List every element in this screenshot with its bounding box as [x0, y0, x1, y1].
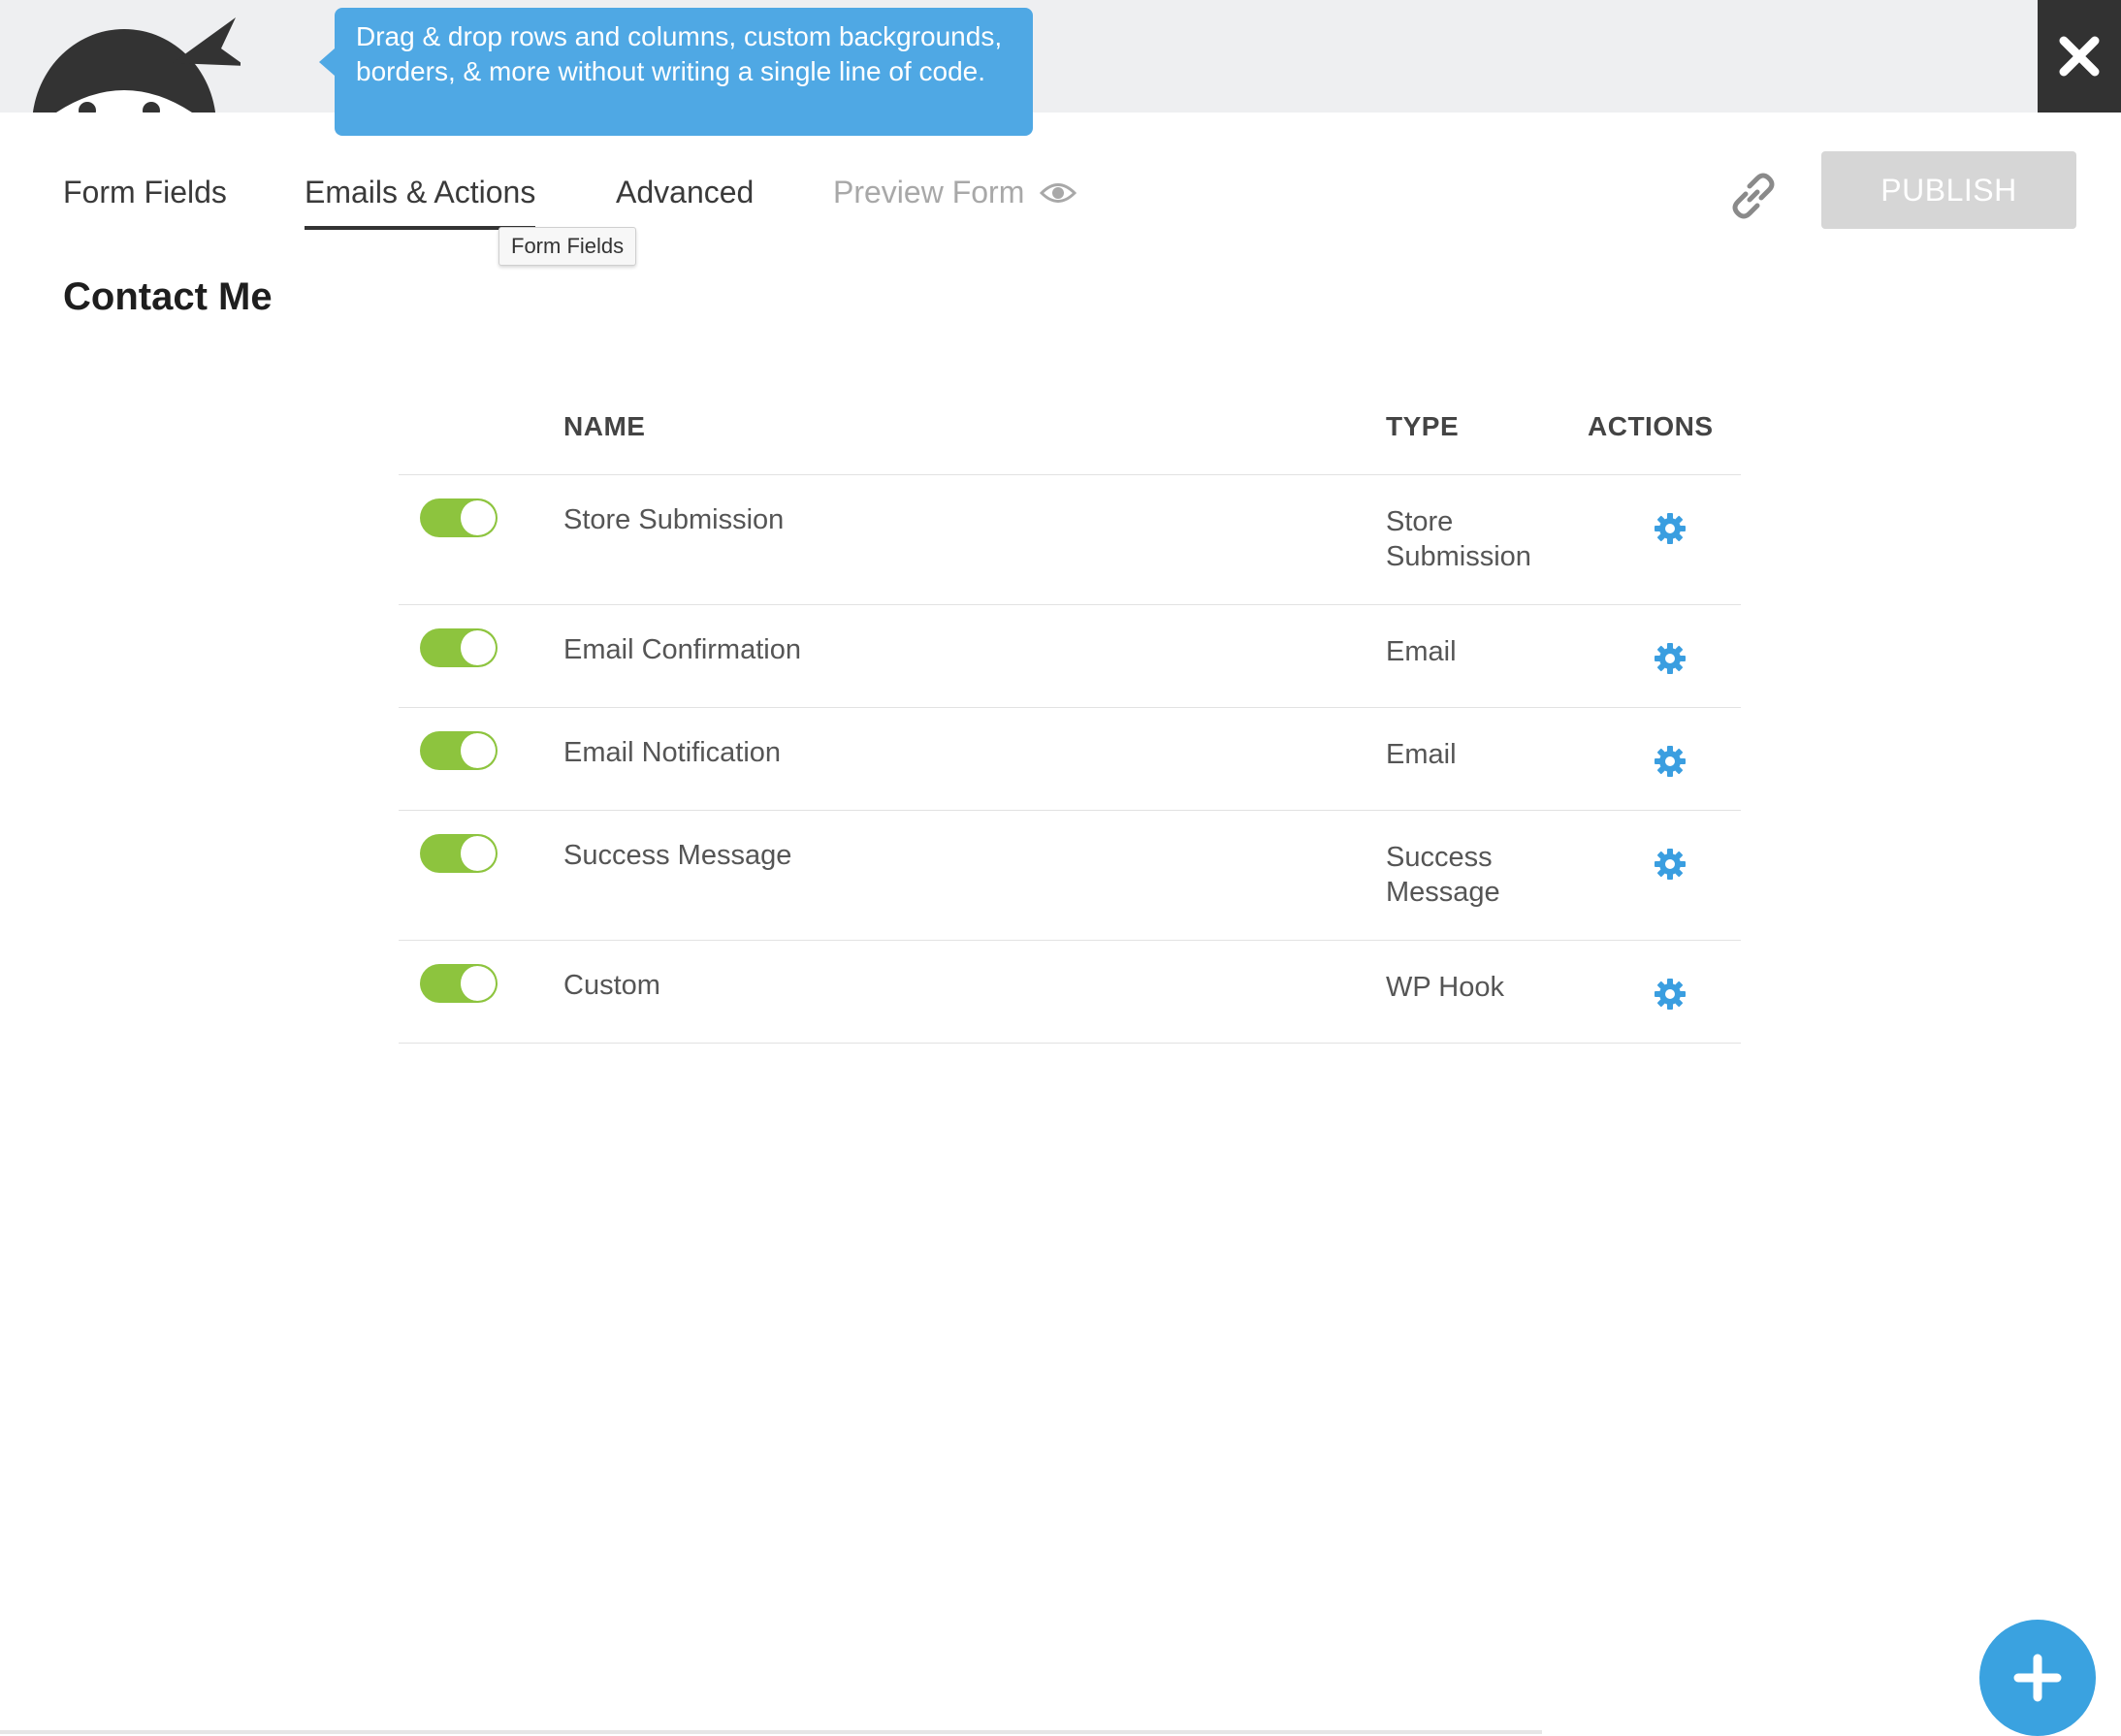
tab-advanced[interactable]: Advanced	[616, 175, 754, 226]
table-header: NAME TYPE ACTIONS	[399, 398, 1741, 475]
action-name: Success Message	[563, 840, 792, 871]
tab-preview-label: Preview Form	[833, 175, 1025, 209]
header-type: TYPE	[1386, 411, 1460, 441]
action-toggle[interactable]	[420, 628, 498, 667]
bottom-divider	[0, 1730, 1542, 1734]
tab-emails-actions[interactable]: Emails & Actions	[305, 175, 536, 230]
action-name: Store Submission	[563, 504, 785, 535]
action-toggle[interactable]	[420, 834, 498, 873]
ninja-logo	[27, 10, 241, 113]
close-button[interactable]	[2038, 0, 2121, 113]
action-type: WP Hook	[1386, 972, 1504, 1003]
action-toggle[interactable]	[420, 731, 498, 770]
action-type: Email	[1386, 636, 1457, 667]
action-type: Email	[1386, 739, 1457, 770]
gear-icon[interactable]	[1654, 642, 1687, 675]
table-row: Store Submission Store Submission	[399, 475, 1741, 605]
table-row: Email Notification Email	[399, 708, 1741, 811]
close-icon	[2059, 36, 2100, 77]
tab-tooltip: Form Fields	[498, 227, 637, 266]
gear-icon[interactable]	[1654, 512, 1687, 545]
link-icon[interactable]	[1726, 169, 1781, 223]
tab-form-fields[interactable]: Form Fields	[63, 175, 227, 226]
table-row: Custom WP Hook	[399, 941, 1741, 1044]
action-toggle[interactable]	[420, 964, 498, 1003]
promo-callout: Drag & drop rows and columns, custom bac…	[319, 8, 1033, 136]
action-name: Custom	[563, 970, 660, 1001]
gear-icon[interactable]	[1654, 978, 1687, 1011]
action-type: Store Submission	[1386, 506, 1531, 572]
action-name: Email Confirmation	[563, 634, 801, 665]
action-toggle[interactable]	[420, 498, 498, 537]
form-title: Contact Me	[63, 275, 273, 318]
add-action-button[interactable]	[1979, 1620, 2096, 1736]
header-actions: ACTIONS	[1588, 411, 1714, 441]
plus-icon	[2013, 1654, 2062, 1702]
action-type: Success Message	[1386, 842, 1500, 908]
gear-icon[interactable]	[1654, 745, 1687, 778]
eye-icon	[1040, 182, 1077, 203]
action-name: Email Notification	[563, 737, 782, 768]
header-name: NAME	[563, 411, 646, 441]
actions-table: NAME TYPE ACTIONS Store Submission Store…	[399, 398, 1741, 1044]
publish-button[interactable]: PUBLISH	[1821, 151, 2076, 229]
gear-icon[interactable]	[1654, 848, 1687, 881]
table-row: Email Confirmation Email	[399, 605, 1741, 708]
table-row: Success Message Success Message	[399, 811, 1741, 941]
tab-preview-form[interactable]: Preview Form	[833, 175, 1077, 226]
